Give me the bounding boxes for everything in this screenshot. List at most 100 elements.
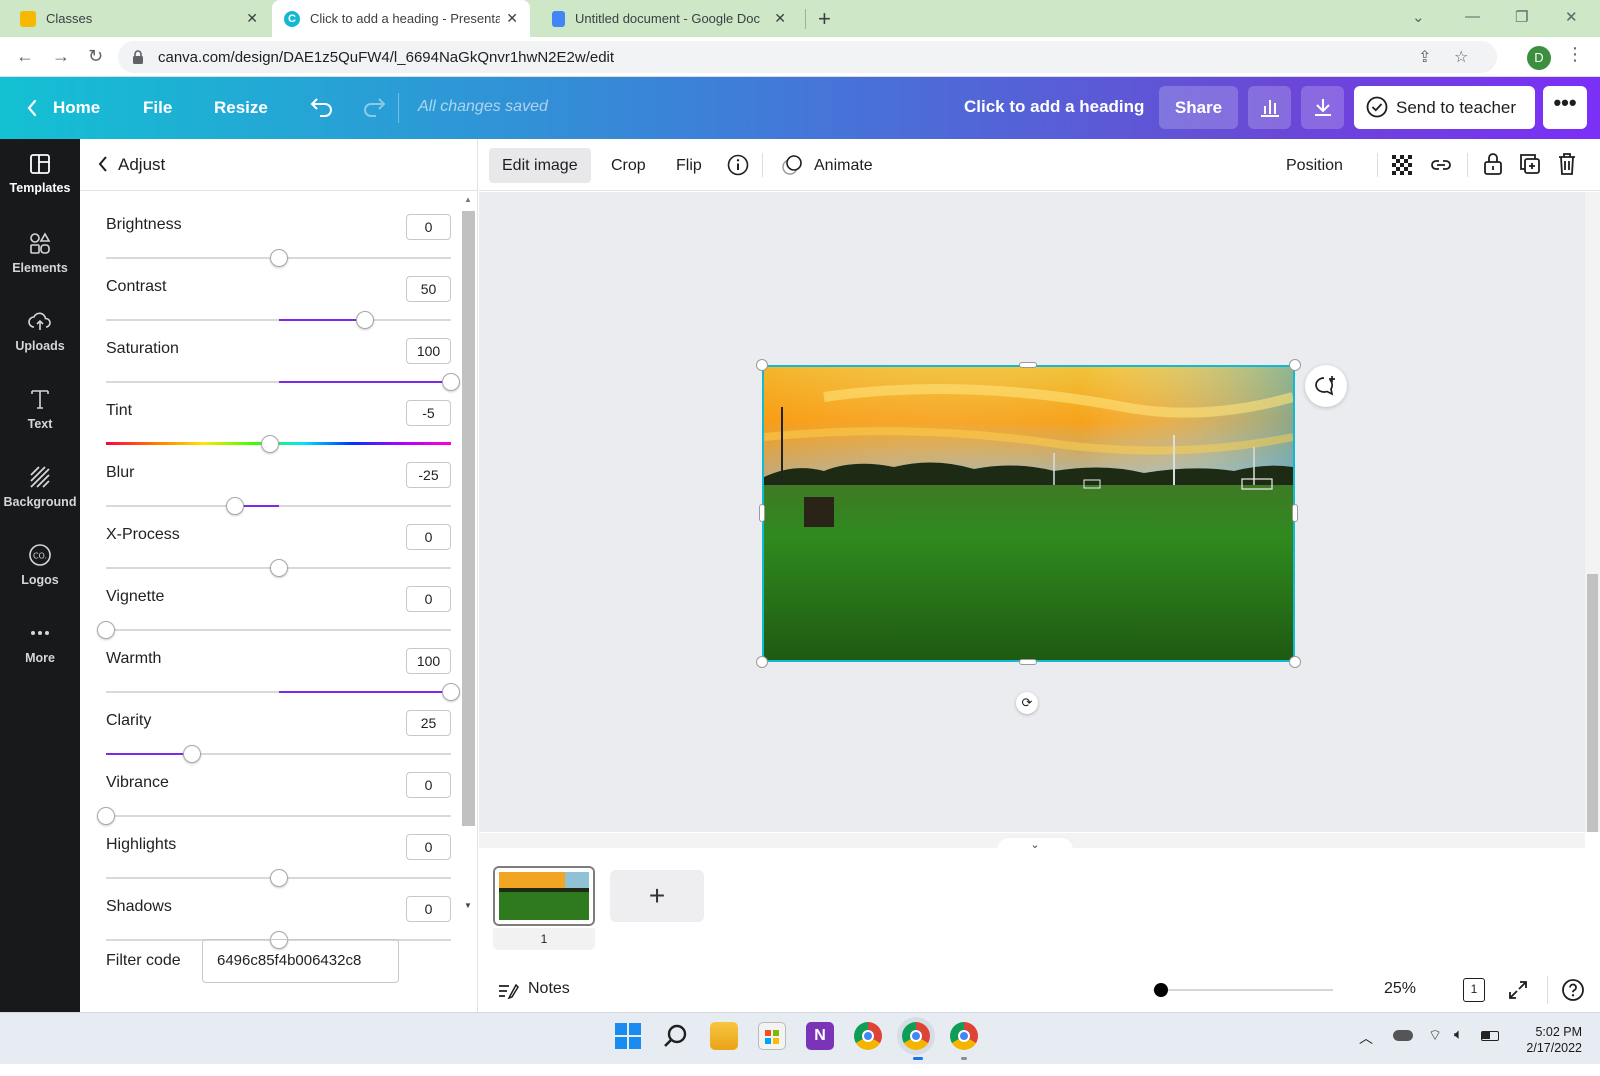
adjust-value-input[interactable]: 0	[406, 586, 451, 612]
restore-icon[interactable]: ❐	[1515, 8, 1528, 26]
adjust-value-input[interactable]: 0	[406, 896, 451, 922]
design-title[interactable]: Click to add a heading	[964, 97, 1144, 117]
window-close-icon[interactable]: ✕	[1565, 8, 1578, 26]
adjust-value-input[interactable]: 100	[406, 648, 451, 674]
volume-icon[interactable]: 🔈︎	[1454, 1026, 1463, 1043]
flip-button[interactable]: Flip	[663, 148, 715, 183]
rail-item-more[interactable]: More	[0, 607, 80, 687]
info-icon[interactable]	[727, 154, 749, 176]
resize-handle-bottom-right[interactable]	[1289, 656, 1301, 668]
canvas-vertical-scrollbar[interactable]	[1585, 192, 1600, 832]
adjust-slider-knob[interactable]	[226, 497, 245, 515]
back-icon[interactable]: ←	[16, 46, 34, 67]
zoom-level[interactable]: 25%	[1384, 980, 1416, 998]
adjust-slider-knob[interactable]	[269, 559, 288, 577]
chevron-left-icon[interactable]	[98, 155, 108, 173]
collapse-pages-chevron-icon[interactable]: ⌄	[997, 838, 1073, 854]
close-icon[interactable]: ✕	[506, 10, 518, 27]
chrome-icon[interactable]	[854, 1022, 882, 1050]
share-button[interactable]: Share	[1159, 86, 1238, 129]
resize-handle-bottom-left[interactable]	[756, 656, 768, 668]
fullscreen-icon[interactable]	[1508, 980, 1528, 1000]
page-thumbnail-1[interactable]	[493, 866, 595, 926]
minimize-icon[interactable]: —	[1465, 8, 1480, 25]
close-icon[interactable]: ✕	[774, 10, 786, 27]
bookmark-star-icon[interactable]: ☆	[1454, 47, 1468, 67]
add-comment-button[interactable]	[1305, 365, 1347, 407]
send-to-teacher-button[interactable]: Send to teacher	[1354, 86, 1535, 129]
rail-item-logos[interactable]: CO. Logos	[0, 529, 80, 609]
adjust-slider-knob[interactable]	[442, 683, 460, 701]
profile-avatar[interactable]: D	[1527, 46, 1551, 70]
microsoft-store-icon[interactable]	[758, 1022, 786, 1050]
position-button[interactable]: Position	[1273, 148, 1356, 183]
adjust-value-input[interactable]: 0	[406, 834, 451, 860]
rail-item-text[interactable]: Text	[0, 373, 80, 453]
adjust-slider-knob[interactable]	[260, 435, 279, 453]
rail-item-uploads[interactable]: Uploads	[0, 295, 80, 375]
edit-image-button[interactable]: Edit image	[489, 148, 591, 183]
download-button[interactable]	[1301, 86, 1344, 129]
zoom-slider-knob[interactable]	[1154, 983, 1168, 997]
trash-icon[interactable]	[1557, 152, 1577, 176]
browser-menu-icon[interactable]: ⋮	[1566, 44, 1584, 65]
adjust-slider-knob[interactable]	[355, 311, 374, 329]
file-explorer-icon[interactable]	[710, 1022, 738, 1050]
panel-scroll-thumb[interactable]	[462, 211, 475, 826]
adjust-slider-track[interactable]	[106, 815, 451, 817]
zoom-slider[interactable]	[1153, 989, 1333, 991]
browser-tab-canva[interactable]: C Click to add a heading - Presenta ✕	[272, 0, 530, 37]
selected-image-frame[interactable]	[762, 365, 1295, 662]
link-icon[interactable]	[1429, 154, 1453, 176]
adjust-value-input[interactable]: 100	[406, 338, 451, 364]
share-page-icon[interactable]: ⇪	[1418, 47, 1431, 67]
resize-handle-bottom[interactable]	[1019, 659, 1037, 665]
help-icon[interactable]	[1561, 978, 1585, 1002]
animate-button[interactable]: Animate	[801, 148, 886, 183]
rail-item-elements[interactable]: Elements	[0, 217, 80, 297]
file-menu-button[interactable]: File	[143, 77, 172, 139]
adjust-slider-knob[interactable]	[183, 745, 202, 763]
rail-item-templates[interactable]: Templates	[0, 139, 80, 219]
onedrive-cloud-icon[interactable]	[1393, 1030, 1413, 1041]
adjust-slider-track[interactable]	[106, 505, 451, 507]
resize-handle-top[interactable]	[1019, 362, 1037, 368]
adjust-value-input[interactable]: -5	[406, 400, 451, 426]
reload-icon[interactable]: ↻	[88, 46, 103, 67]
browser-tab-docs[interactable]: Untitled document - Google Doc ✕	[540, 0, 798, 37]
add-page-button[interactable]: +	[610, 870, 704, 922]
adjust-slider-track[interactable]	[106, 629, 451, 631]
scroll-thumb[interactable]	[1587, 574, 1598, 832]
wifi-icon[interactable]: ⌔	[1428, 1026, 1442, 1045]
adjust-value-input[interactable]: 50	[406, 276, 451, 302]
resize-handle-right[interactable]	[1292, 504, 1298, 522]
adjust-slider-knob[interactable]	[269, 869, 288, 887]
home-button[interactable]: Home	[53, 77, 100, 139]
resize-button[interactable]: Resize	[214, 77, 268, 139]
tray-chevron-up-icon[interactable]: ︿	[1359, 1028, 1373, 1048]
adjust-slider-knob[interactable]	[269, 249, 288, 267]
battery-icon[interactable]	[1481, 1031, 1499, 1041]
undo-icon[interactable]	[310, 97, 334, 117]
adjust-slider-knob[interactable]	[442, 373, 460, 391]
adjust-slider-knob[interactable]	[97, 621, 115, 639]
chevron-left-icon[interactable]	[26, 99, 38, 117]
scroll-down-arrow-icon[interactable]: ▼	[464, 901, 472, 910]
transparency-icon[interactable]	[1391, 154, 1413, 176]
adjust-slider-knob[interactable]	[97, 807, 115, 825]
tab-search-icon[interactable]: ⌄	[1412, 8, 1425, 26]
url-omnibox[interactable]: canva.com/design/DAE1z5QuFW4/l_6694NaGkQ…	[118, 41, 1497, 73]
rotate-icon[interactable]: ⟳	[1016, 692, 1038, 714]
browser-tab-classes[interactable]: Classes ✕	[8, 0, 270, 37]
more-options-icon[interactable]: •••	[1543, 86, 1587, 129]
start-windows-icon[interactable]	[614, 1022, 642, 1050]
taskbar-clock[interactable]: 5:02 PM 2/17/2022	[1512, 1024, 1582, 1056]
close-icon[interactable]: ✕	[246, 10, 258, 27]
filter-code-input[interactable]: 6496c85f4b006432c8	[202, 939, 399, 983]
chrome-profile-d-icon[interactable]	[902, 1022, 930, 1050]
adjust-value-input[interactable]: 0	[406, 772, 451, 798]
adjust-value-input[interactable]: 0	[406, 524, 451, 550]
forward-icon[interactable]: →	[52, 46, 70, 67]
resize-handle-top-left[interactable]	[756, 359, 768, 371]
resize-handle-top-right[interactable]	[1289, 359, 1301, 371]
